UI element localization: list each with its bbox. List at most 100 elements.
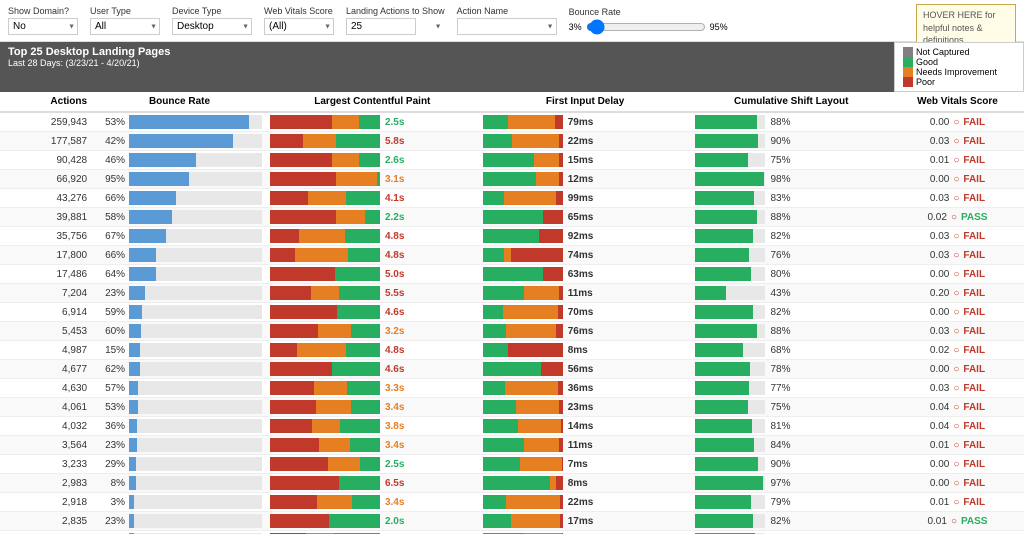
cell-cls: 88% (691, 208, 890, 227)
cell-actions: 4,630 (0, 379, 93, 398)
cell-wvs: 0.01○FAIL (891, 436, 1024, 455)
table-row: 2,9183%3.4s22ms79%0.01○FAIL (0, 493, 1024, 512)
show-domain-select[interactable]: No (8, 18, 78, 35)
cell-fid: 22ms (479, 493, 692, 512)
cell-bounce: 8% (93, 474, 266, 493)
cell-actions: 43,276 (0, 189, 93, 208)
cell-lcp: 3.2s (266, 322, 479, 341)
cell-cls: 88% (691, 322, 890, 341)
cell-fid: 79ms (479, 112, 692, 132)
cell-lcp: 3.4s (266, 398, 479, 417)
cell-bounce: 3% (93, 493, 266, 512)
table-row: 4,63057%3.3s36ms77%0.03○FAIL (0, 379, 1024, 398)
cell-wvs: 0.01○FAIL (891, 151, 1024, 170)
device-type-label: Device Type (172, 6, 252, 16)
legend-poor-box (903, 77, 913, 87)
cell-actions: 3,233 (0, 455, 93, 474)
cell-bounce: 16% (93, 531, 266, 534)
cell-lcp: 3.8s (266, 417, 479, 436)
cell-bounce: 23% (93, 436, 266, 455)
cell-wvs: 0.00○FAIL (891, 455, 1024, 474)
cell-bounce: 15% (93, 341, 266, 360)
legend-not-captured-box (903, 47, 913, 57)
cell-fid: 15ms (479, 151, 692, 170)
cell-actions: 7,204 (0, 284, 93, 303)
table-row: 17,48664%5.0s63ms80%0.00○FAIL (0, 265, 1024, 284)
cell-fid: 11ms (479, 436, 692, 455)
table-row: 66,92095%3.1s12ms98%0.00○FAIL (0, 170, 1024, 189)
bounce-min-label: 3% (569, 22, 582, 32)
show-domain-label: Show Domain? (8, 6, 78, 16)
cell-actions: 4,987 (0, 341, 93, 360)
bounce-rate-slider[interactable] (586, 19, 706, 35)
cell-actions: 4,677 (0, 360, 93, 379)
action-name-label: Action Name (457, 6, 557, 16)
cell-cls: 78% (691, 360, 890, 379)
cell-fid: 12ms (479, 170, 692, 189)
cell-lcp: 3.3s (266, 379, 479, 398)
cell-wvs: 0.02○FAIL (891, 341, 1024, 360)
cell-actions: 35,756 (0, 227, 93, 246)
cell-bounce: 53% (93, 112, 266, 132)
cell-cls: 82% (691, 227, 890, 246)
cell-bounce: 29% (93, 455, 266, 474)
table-row: 4,67762%4.6s56ms78%0.00○FAIL (0, 360, 1024, 379)
cell-actions: 17,800 (0, 246, 93, 265)
landing-actions-select[interactable]: 25 (346, 18, 416, 35)
cell-lcp: 6.5s (266, 474, 479, 493)
cell-fid: 11ms (479, 284, 692, 303)
cell-actions: 177,587 (0, 132, 93, 151)
table-row: 4,06153%3.4s23ms75%0.04○FAIL (0, 398, 1024, 417)
web-vitals-filter: Web Vitals Score (All) (264, 6, 334, 35)
cell-lcp: 4.8s (266, 227, 479, 246)
cell-bounce: 62% (93, 360, 266, 379)
user-type-label: User Type (90, 6, 160, 16)
cell-bounce: 95% (93, 170, 266, 189)
legend-poor: Poor (903, 77, 1015, 87)
cell-cls: 80% (691, 265, 890, 284)
table-row: 4,98715%4.8s8ms68%0.02○FAIL (0, 341, 1024, 360)
legend-good-box (903, 57, 913, 67)
bounce-rate-filter: Bounce Rate 3% 95% (569, 7, 728, 35)
cell-actions: 2,983 (0, 474, 93, 493)
cell-cls: 82% (691, 512, 890, 531)
cell-wvs: 0.04○FAIL (891, 398, 1024, 417)
legend-panel: Not Captured Good Needs Improvement Poor (894, 42, 1024, 92)
cell-lcp: 3.4s (266, 493, 479, 512)
table-body: 259,94353%2.5s79ms88%0.00○FAIL177,58742%… (0, 112, 1024, 534)
cell-actions: 6,914 (0, 303, 93, 322)
table-row: 177,58742%5.8s22ms90%0.03○FAIL (0, 132, 1024, 151)
cell-cls: 43% (691, 284, 890, 303)
cell-cls: 97% (691, 474, 890, 493)
web-vitals-label: Web Vitals Score (264, 6, 334, 16)
table-row: 259,94353%2.5s79ms88%0.00○FAIL (0, 112, 1024, 132)
cell-actions: 2,823 (0, 531, 93, 534)
user-type-select[interactable]: All (90, 18, 160, 35)
cell-wvs: 0.03○FAIL (891, 322, 1024, 341)
user-type-filter: User Type All (90, 6, 160, 35)
section-header-wrapper: Top 25 Desktop Landing Pages Last 28 Day… (0, 42, 1024, 92)
cell-actions: 66,920 (0, 170, 93, 189)
table-row: 2,82316%4.3s7ms85%0.00○FAIL (0, 531, 1024, 534)
cell-bounce: 23% (93, 284, 266, 303)
col-bounce: Bounce Rate (93, 92, 266, 112)
cell-bounce: 60% (93, 322, 266, 341)
cell-lcp: 4.1s (266, 189, 479, 208)
cell-bounce: 42% (93, 132, 266, 151)
cell-actions: 4,032 (0, 417, 93, 436)
table-row: 6,91459%4.6s70ms82%0.00○FAIL (0, 303, 1024, 322)
cell-cls: 79% (691, 493, 890, 512)
device-type-filter: Device Type Desktop (172, 6, 252, 35)
cell-cls: 98% (691, 170, 890, 189)
cell-cls: 88% (691, 112, 890, 132)
cell-fid: 23ms (479, 398, 692, 417)
cell-wvs: 0.00○FAIL (891, 303, 1024, 322)
cell-bounce: 67% (93, 227, 266, 246)
action-name-select[interactable] (457, 18, 557, 35)
device-type-select[interactable]: Desktop (172, 18, 252, 35)
cell-fid: 99ms (479, 189, 692, 208)
web-vitals-select[interactable]: (All) (264, 18, 334, 35)
cell-bounce: 66% (93, 246, 266, 265)
cell-lcp: 5.5s (266, 284, 479, 303)
bounce-rate-label: Bounce Rate (569, 7, 728, 17)
